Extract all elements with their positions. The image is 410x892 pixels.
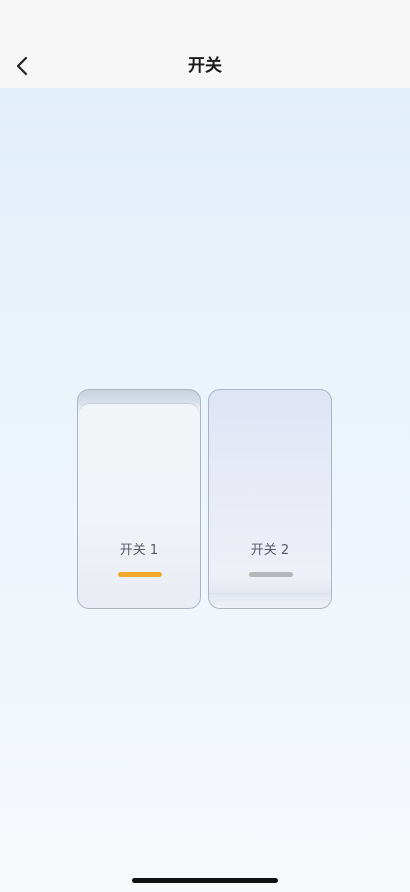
switch-1-label: 开关 1 [119, 543, 159, 558]
switch-1-rocker [78, 404, 200, 608]
switch-2-base [209, 593, 331, 608]
switch-2-label: 开关 2 [250, 543, 290, 558]
home-indicator [132, 878, 278, 883]
page-title: 开关 [188, 56, 222, 76]
switch-2-button[interactable]: 开关 2 [208, 389, 332, 609]
navigation-bar: 开关 [0, 0, 410, 88]
switch-1-indicator [118, 572, 162, 577]
switch-1-button[interactable]: 开关 1 [77, 389, 201, 609]
switch-2-indicator [249, 572, 293, 577]
switch-panel-area [0, 88, 410, 892]
